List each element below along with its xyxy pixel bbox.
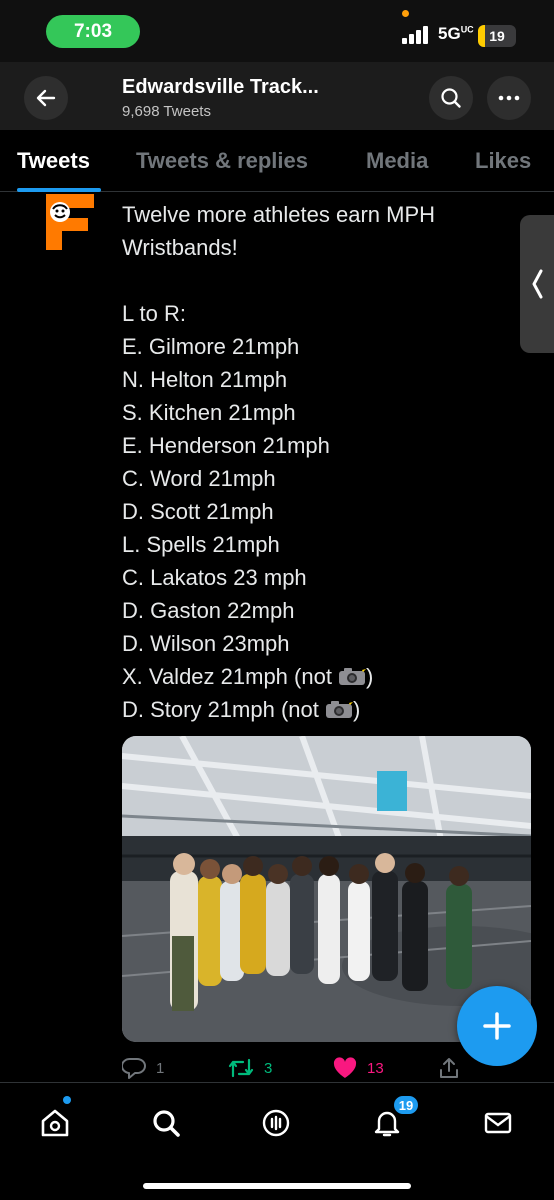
tweet-line: L. Spells 21mph bbox=[122, 532, 280, 557]
tab-media[interactable]: Media bbox=[366, 148, 428, 174]
status-time-text: 7:03 bbox=[73, 20, 113, 42]
chevron-left-icon bbox=[532, 269, 543, 299]
side-panel-handle[interactable] bbox=[520, 215, 554, 353]
tweet-line: C. Word 21mph bbox=[122, 466, 276, 491]
camera-flash-icon bbox=[325, 699, 353, 718]
more-button[interactable] bbox=[487, 76, 531, 120]
retweet-count: 3 bbox=[264, 1059, 273, 1077]
profile-header: Edwardsville Track... 9,698 Tweets bbox=[0, 62, 554, 130]
spaces-icon bbox=[262, 1109, 290, 1137]
back-arrow-icon bbox=[36, 89, 56, 107]
tweet-line: E. Henderson 21mph bbox=[122, 433, 330, 458]
reply-icon bbox=[122, 1057, 146, 1079]
nav-messages[interactable] bbox=[478, 1103, 518, 1143]
tweet-line: D. Story 21mph (not ) bbox=[122, 693, 435, 726]
search-button[interactable] bbox=[429, 76, 473, 120]
share-icon bbox=[440, 1058, 458, 1078]
tweet-text: Twelve more athletes earn MPH Wristbands… bbox=[122, 198, 435, 726]
reply-count: 1 bbox=[156, 1059, 165, 1077]
avatar[interactable] bbox=[38, 192, 96, 250]
retweet-icon bbox=[228, 1058, 254, 1078]
tweet-line: D. Gaston 22mph bbox=[122, 598, 295, 623]
camera-flash-icon bbox=[339, 666, 367, 685]
status-time[interactable]: 7:03 bbox=[46, 15, 140, 48]
home-indicator[interactable] bbox=[143, 1183, 411, 1189]
tweet-line: X. Valdez 21mph (not ) bbox=[122, 660, 435, 693]
nav-spaces[interactable] bbox=[256, 1103, 296, 1143]
tweet-line: E. Gilmore 21mph bbox=[122, 334, 300, 359]
tweet-line: N. Helton 21mph bbox=[122, 367, 288, 392]
explore-search-icon bbox=[153, 1110, 180, 1137]
tweet-line-text: D. Story 21mph (not bbox=[122, 697, 325, 722]
back-button[interactable] bbox=[24, 76, 68, 120]
tweet-line: S. Kitchen 21mph bbox=[122, 400, 296, 425]
status-bar: 7:03 5GUC 19 bbox=[0, 0, 554, 62]
signal-icon bbox=[402, 26, 430, 44]
tweet-line: D. Wilson 23mph bbox=[122, 631, 290, 656]
notifications-badge: 19 bbox=[392, 1094, 420, 1116]
tweet-line: Twelve more athletes earn MPH bbox=[122, 202, 436, 227]
search-icon bbox=[441, 88, 461, 108]
home-icon bbox=[41, 1109, 69, 1137]
battery-icon: 19 bbox=[478, 25, 516, 47]
nav-home[interactable] bbox=[35, 1103, 75, 1143]
team-logo bbox=[38, 192, 96, 250]
compose-tweet-button[interactable] bbox=[457, 986, 537, 1066]
like-button[interactable]: 13 bbox=[333, 1057, 384, 1079]
tweet-line bbox=[122, 264, 435, 297]
reply-button[interactable]: 1 bbox=[122, 1057, 164, 1079]
tweet-line-text: X. Valdez 21mph (not bbox=[122, 664, 339, 689]
nav-explore[interactable] bbox=[146, 1103, 186, 1143]
more-icon bbox=[498, 95, 520, 101]
battery-level: 19 bbox=[489, 28, 505, 44]
tab-tweets-replies[interactable]: Tweets & replies bbox=[136, 148, 308, 174]
like-count: 13 bbox=[367, 1059, 384, 1077]
privacy-indicator bbox=[402, 10, 409, 17]
tweet-line-text: ) bbox=[366, 664, 374, 689]
tweet-count: 9,698 Tweets bbox=[122, 103, 211, 120]
tweet-line: Wristbands! bbox=[122, 235, 238, 260]
profile-tabs: Tweets Tweets & replies Media Likes bbox=[0, 130, 554, 192]
compose-plus-icon bbox=[483, 1012, 511, 1040]
tweet-line-text: ) bbox=[352, 697, 361, 722]
tab-tweets[interactable]: Tweets bbox=[17, 148, 90, 174]
retweet-button[interactable]: 3 bbox=[228, 1057, 272, 1079]
network-label: 5GUC bbox=[438, 24, 474, 43]
tab-likes[interactable]: Likes bbox=[475, 148, 531, 174]
tweet-line: C. Lakatos 23 mph bbox=[122, 565, 307, 590]
tweet-line: L to R: bbox=[122, 301, 186, 326]
mail-icon bbox=[484, 1112, 512, 1134]
page-title: Edwardsville Track... bbox=[122, 76, 319, 98]
home-unread-dot bbox=[63, 1096, 71, 1104]
heart-icon bbox=[333, 1057, 357, 1078]
tweet-line: D. Scott 21mph bbox=[122, 499, 274, 524]
share-button[interactable] bbox=[438, 1057, 460, 1079]
